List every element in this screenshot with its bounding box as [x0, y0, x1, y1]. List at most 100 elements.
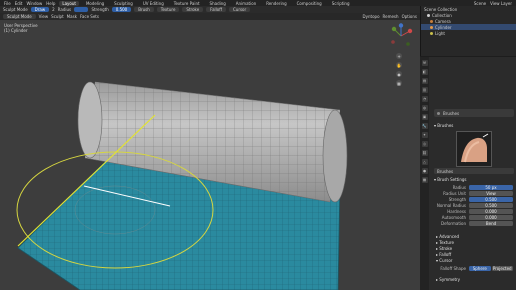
brush-preview[interactable] [456, 131, 492, 167]
deformation-field[interactable]: Bend [469, 220, 513, 226]
tab-compositing[interactable]: Compositing [294, 1, 325, 6]
settings-row-radius: Radius 50 px [430, 184, 516, 190]
option-brush[interactable]: Brush [134, 7, 154, 12]
ortho-toggle-icon[interactable]: ▦ [396, 80, 402, 86]
tab-scripting[interactable]: Scripting [329, 1, 353, 6]
brush-datablock[interactable]: Brushes [434, 109, 514, 117]
3d-viewport[interactable]: User Perspective (1) Cylinder + ✋ ◉ ▦ [0, 20, 420, 290]
option-texture[interactable]: Texture [156, 7, 180, 12]
tab-uv-editing[interactable]: UV Editing [140, 1, 167, 6]
settings-row-normal-radius: Normal Radius 0.500 [430, 202, 516, 208]
material-icon[interactable]: ● [421, 168, 428, 174]
menu-help[interactable]: Help [46, 1, 55, 6]
row-label: Deformation [441, 220, 466, 226]
brushes-header: Brushes [443, 110, 460, 116]
navigation-gizmo[interactable] [388, 23, 414, 49]
row-label: Hardness [447, 208, 466, 214]
tab-layout[interactable]: Layout [59, 0, 79, 6]
option-cursor[interactable]: Cursor [228, 7, 251, 12]
row-label: Autosmooth [441, 214, 466, 220]
output-icon[interactable]: ▤ [421, 78, 428, 84]
falloff-shape-label: Falloff Shape [440, 265, 466, 271]
menu-window[interactable]: Window [26, 1, 42, 6]
view-layer-icon[interactable]: ▥ [421, 87, 428, 93]
constraints-icon[interactable]: ⛓ [421, 150, 428, 156]
section-symmetry[interactable]: ▸ Symmetry [436, 277, 460, 282]
radius-field[interactable] [74, 7, 89, 12]
tab-sculpting[interactable]: Sculpting [111, 1, 136, 6]
autosmooth-field[interactable]: 0.000 [469, 214, 513, 220]
section-label: Texture [439, 239, 454, 245]
outliner-label: Collection [432, 12, 452, 18]
mesh-icon [430, 25, 433, 29]
texture-icon[interactable]: ▦ [421, 177, 428, 183]
pan-hand-icon[interactable]: ✋ [396, 62, 402, 68]
scene-collection-label: Scene Collection [424, 6, 458, 12]
menu-mask[interactable]: Mask [67, 14, 77, 19]
world-icon[interactable]: ◍ [421, 105, 428, 111]
brush-settings-section[interactable]: ▾ Brush Settings [434, 177, 467, 182]
render-icon[interactable]: ◧ [421, 69, 428, 75]
radius-value-field[interactable]: 50 px [469, 184, 513, 190]
brush-name-field[interactable]: Brushes [434, 168, 514, 174]
outliner-label: Light [435, 30, 445, 36]
section-cursor[interactable]: ▾ Cursor [436, 257, 516, 263]
options-menu[interactable]: Options [402, 14, 417, 19]
section-label: Advanced [439, 233, 460, 239]
dyntopo-toggle[interactable]: Dyntopo [363, 14, 380, 19]
radius-unit-field[interactable]: View [469, 190, 513, 196]
modifier-icon[interactable]: 🔧 [421, 123, 428, 129]
camera-view-icon[interactable]: ◉ [396, 71, 402, 77]
hardness-field[interactable]: 0.000 [469, 208, 513, 214]
zoom-icon[interactable]: + [396, 53, 402, 59]
falloff-sphere-button[interactable]: Sphere [469, 265, 491, 271]
menu-edit[interactable]: Edit [15, 1, 23, 6]
brush-icon [437, 111, 440, 115]
camera-icon [430, 19, 433, 23]
properties-tabs: ⚒ ◧ ▤ ▥ ◔ ◍ ▣ 🔧 ✦ ◎ ⛓ △ ● ▦ [420, 57, 429, 290]
section-label: Falloff [439, 251, 452, 257]
mode-selector[interactable]: Sculpt Mode [3, 14, 36, 19]
tab-rendering[interactable]: Rendering [263, 1, 289, 6]
outliner-row-light[interactable]: Light [421, 30, 516, 36]
view-layer-selector[interactable]: View Layer [490, 1, 512, 6]
light-icon [430, 31, 433, 35]
menu-face-sets[interactable]: Face Sets [80, 14, 99, 19]
collection-icon [427, 13, 430, 17]
physics-icon[interactable]: ◎ [421, 141, 428, 147]
remesh-menu[interactable]: Remesh [383, 14, 399, 19]
menu-view[interactable]: View [39, 14, 49, 19]
tab-animation[interactable]: Animation [233, 1, 259, 6]
properties-content: Brushes ▾ Brushes Brushes ▾ Brush Settin… [430, 57, 516, 290]
brush-settings-rows: Radius 50 px Radius Unit View Strength 0… [430, 184, 516, 226]
section-label: Cursor [439, 257, 453, 263]
menu-sculpt[interactable]: Sculpt [51, 14, 64, 19]
option-stroke[interactable]: Stroke [182, 7, 204, 12]
tool-icon[interactable]: ⚒ [421, 60, 428, 66]
outliner-panel: Scene Collection Collection Camera Cylin… [420, 6, 516, 56]
option-falloff[interactable]: Falloff [206, 7, 226, 12]
editor-mode-label[interactable]: Sculpt Mode [3, 7, 28, 12]
tab-shading[interactable]: Shading [207, 1, 229, 6]
menu-file[interactable]: File [4, 1, 11, 6]
brushes-section[interactable]: ▾ Brushes [434, 123, 453, 128]
tab-texture-paint[interactable]: Texture Paint [171, 1, 203, 6]
brushes-section-label: Brushes [437, 123, 454, 128]
settings-row-autosmooth: Autosmooth 0.000 [430, 214, 516, 220]
section-label: Stroke [439, 245, 453, 251]
scene-selector[interactable]: Scene [474, 1, 486, 6]
strength-field[interactable]: 0.500 [111, 7, 132, 12]
falloff-projected-button[interactable]: Projected [491, 265, 513, 271]
brush-selector[interactable]: Draw [30, 7, 50, 12]
normal-radius-field[interactable]: 0.500 [469, 202, 513, 208]
particles-icon[interactable]: ✦ [421, 132, 428, 138]
row-label: Strength [448, 196, 466, 202]
outliner-label: Camera [435, 18, 451, 24]
outliner-label: Cylinder [435, 24, 452, 30]
strength-label: Strength [91, 7, 109, 12]
object-icon[interactable]: ▣ [421, 114, 428, 120]
tab-modeling[interactable]: Modeling [83, 1, 107, 6]
scene-icon[interactable]: ◔ [421, 96, 428, 102]
data-icon[interactable]: △ [421, 159, 428, 165]
strength-value-field[interactable]: 0.500 [469, 196, 513, 202]
